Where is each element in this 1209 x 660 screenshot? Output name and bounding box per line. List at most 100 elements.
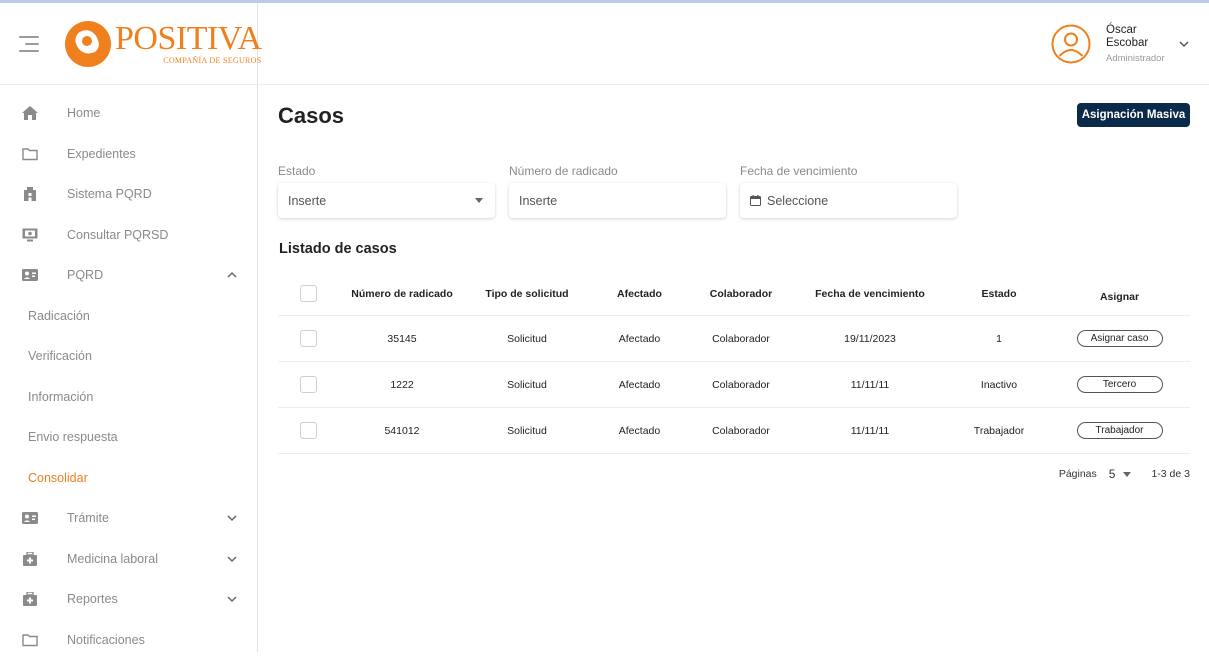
cell-fecha: 19/11/2023 — [791, 333, 949, 345]
pagination-range: 1-3 de 3 — [1151, 468, 1190, 480]
column-header[interactable]: Estado — [949, 288, 1049, 300]
cell-afectado: Afectado — [588, 379, 691, 391]
chevron-down-icon[interactable] — [225, 552, 239, 566]
sidebar-subitem-envio-respuesta[interactable]: Envio respuesta — [0, 417, 257, 458]
user-avatar-icon — [1051, 24, 1091, 64]
filter-radicado: Número de radicado — [509, 164, 726, 218]
row-checkbox[interactable] — [300, 422, 317, 439]
fecha-datepicker[interactable]: Seleccione — [740, 183, 957, 218]
sidebar-subitem-consolidar[interactable]: Consolidar — [0, 458, 257, 499]
cases-list-title: Listado de casos — [279, 241, 397, 257]
positiva-logo[interactable]: POSITIVA COMPAÑÍA DE SEGUROS — [65, 21, 262, 67]
table-row: 541012 Solicitud Afectado Colaborador 11… — [278, 408, 1190, 454]
cell-fecha: 11/11/11 — [791, 379, 949, 391]
cell-tipo: Solicitud — [466, 425, 588, 437]
fecha-placeholder: Seleccione — [767, 194, 828, 208]
column-header[interactable]: Fecha de vencimiento — [791, 288, 949, 300]
medical-kit-icon — [22, 592, 38, 606]
caret-down-icon — [475, 198, 483, 203]
user-first-name: Óscar — [1106, 24, 1173, 38]
radicado-field[interactable] — [509, 183, 726, 218]
id-card-icon — [22, 268, 38, 282]
filter-fecha: Fecha de vencimiento Seleccione — [740, 164, 957, 218]
id-card-icon — [22, 511, 38, 525]
sidebar-item-home[interactable]: Home — [0, 93, 257, 134]
sidebar-item-label: Home — [67, 106, 100, 120]
cell-numero: 1222 — [338, 379, 466, 391]
cell-numero: 541012 — [338, 425, 466, 437]
sidebar-item-medicina-laboral[interactable]: Medicina laboral — [0, 539, 257, 580]
radicado-input[interactable] — [519, 194, 716, 208]
sidebar-subitem-label: Envio respuesta — [28, 430, 118, 444]
estado-select-value: Inserte — [288, 194, 326, 208]
cell-tipo: Solicitud — [466, 379, 588, 391]
page-size-select[interactable]: 5 — [1109, 467, 1132, 481]
chevron-down-icon[interactable] — [225, 592, 239, 606]
chevron-down-icon[interactable] — [1177, 37, 1191, 51]
cell-afectado: Afectado — [588, 333, 691, 345]
home-icon — [22, 106, 38, 120]
sidebar-item-label: Reportes — [67, 592, 118, 606]
sidebar-item-pqrd[interactable]: PQRD — [0, 255, 257, 296]
chevron-down-icon[interactable] — [225, 511, 239, 525]
filter-radicado-label: Número de radicado — [509, 164, 726, 178]
monitor-icon — [22, 228, 38, 242]
mass-assign-button[interactable]: Asignación Masiva — [1077, 103, 1190, 127]
folder-icon — [22, 633, 38, 647]
row-checkbox[interactable] — [300, 376, 317, 393]
logo-mark-icon — [65, 21, 111, 67]
user-menu[interactable]: Óscar Escobar Administrador — [1051, 3, 1209, 85]
cell-estado: Inactivo — [949, 379, 1049, 391]
brand-bar: POSITIVA COMPAÑÍA DE SEGUROS — [0, 3, 257, 85]
page-title: Casos — [278, 103, 344, 129]
cell-fecha: 11/11/11 — [791, 425, 949, 437]
column-header[interactable]: Número de radicado — [338, 288, 466, 300]
user-last-name: Escobar — [1106, 37, 1173, 51]
cases-table: Número de radicado Tipo de solicitud Afe… — [278, 272, 1190, 454]
sidebar-subitem-label: Verificación — [28, 349, 92, 363]
filter-fecha-label: Fecha de vencimiento — [740, 164, 957, 178]
sidebar-item-expedientes[interactable]: Expedientes — [0, 134, 257, 175]
logo-subtitle: COMPAÑÍA DE SEGUROS — [115, 57, 262, 65]
column-header[interactable]: Colaborador — [691, 288, 791, 300]
sidebar-item-sistema-pqrd[interactable]: Sistema PQRD — [0, 174, 257, 215]
cell-colaborador: Colaborador — [691, 425, 791, 437]
caret-down-icon — [1123, 472, 1131, 477]
column-header[interactable]: Tipo de solicitud — [466, 288, 588, 300]
filter-estado: Estado Inserte — [278, 164, 495, 218]
calendar-icon — [750, 195, 761, 206]
page-size-value: 5 — [1109, 467, 1116, 481]
top-header: Óscar Escobar Administrador — [259, 3, 1209, 85]
select-all-checkbox[interactable] — [300, 285, 317, 302]
sidebar-subitem-informacion[interactable]: Información — [0, 377, 257, 418]
pagination: Páginas 5 1-3 de 3 — [278, 464, 1190, 484]
sidebar-item-notificaciones[interactable]: Notificaciones — [0, 620, 257, 660]
sidebar-item-reportes[interactable]: Reportes — [0, 579, 257, 620]
column-header[interactable]: Afectado — [588, 288, 691, 300]
user-info: Óscar Escobar Administrador — [1106, 24, 1173, 65]
sidebar-item-label: Consultar PQRSD — [67, 228, 168, 242]
filter-estado-label: Estado — [278, 164, 495, 178]
assign-trabajador-button[interactable]: Trabajador — [1077, 422, 1163, 439]
chevron-up-icon[interactable] — [225, 268, 239, 282]
sidebar-subitem-label: Radicación — [28, 309, 90, 323]
logo-wordmark: POSITIVA — [115, 22, 262, 56]
estado-select[interactable]: Inserte — [278, 183, 495, 218]
assign-case-button[interactable]: Asignar caso — [1077, 330, 1163, 347]
assign-tercero-button[interactable]: Tercero — [1077, 376, 1163, 393]
user-role: Administrador — [1106, 53, 1173, 64]
cell-colaborador: Colaborador — [691, 379, 791, 391]
sidebar-item-label: Trámite — [67, 511, 109, 525]
row-checkbox[interactable] — [300, 330, 317, 347]
table-row: 1222 Solicitud Afectado Colaborador 11/1… — [278, 362, 1190, 408]
sidebar-item-consultar-pqrsd[interactable]: Consultar PQRSD — [0, 215, 257, 256]
menu-icon[interactable] — [19, 36, 39, 52]
cell-numero: 35145 — [338, 333, 466, 345]
sidebar-item-tramite[interactable]: Trámite — [0, 498, 257, 539]
sidebar-subitem-radicacion[interactable]: Radicación — [0, 296, 257, 337]
sidebar-subitem-label: Información — [28, 390, 93, 404]
sidebar-item-label: Medicina laboral — [67, 552, 158, 566]
column-header[interactable]: Asignar — [1049, 291, 1190, 303]
sidebar-subitem-verificacion[interactable]: Verificación — [0, 336, 257, 377]
cell-tipo: Solicitud — [466, 333, 588, 345]
